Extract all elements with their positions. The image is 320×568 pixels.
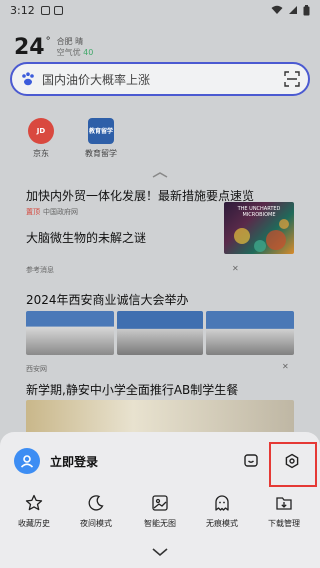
paw-icon [22, 72, 34, 86]
menu-label: 智能无图 [144, 519, 176, 528]
status-time: 3:12 [10, 3, 35, 17]
wifi-icon [271, 5, 283, 14]
search-bar[interactable]: 国内油价大概率上涨 [10, 62, 310, 96]
menu-label: 下载管理 [268, 519, 300, 528]
feedback-icon [244, 454, 258, 467]
dismiss-icon[interactable]: ✕ [232, 264, 239, 273]
moon-icon [88, 495, 104, 511]
login-entry[interactable]: 立即登录 [14, 448, 98, 474]
degree-symbol: ° [45, 36, 51, 47]
news-source: 参考消息 [26, 266, 54, 274]
city: 合肥 [56, 37, 73, 46]
news-title[interactable]: 2024年西安商业诚信大会举办 [26, 292, 294, 308]
menu-label: 无痕模式 [206, 519, 238, 528]
aqi-value: 40 [83, 48, 94, 57]
collapse-handle-icon[interactable] [152, 172, 168, 178]
battery-icon [303, 4, 310, 15]
news-title[interactable]: 新学期,静安中小学全面推行AB制学生餐 [26, 382, 294, 398]
scan-icon[interactable] [284, 71, 300, 87]
chevron-down-icon[interactable] [150, 547, 170, 557]
news-photo-3[interactable] [206, 311, 294, 355]
pinned-badge: 置顶 [26, 208, 40, 216]
weather-widget[interactable]: 24 ° 合肥 晴 空气优 40 [14, 36, 93, 60]
user-icon [20, 455, 34, 468]
news-item[interactable]: 2024年西安商业诚信大会举办 [26, 292, 294, 308]
aqi-label: 空气优 [56, 48, 81, 57]
app-label: 教育留学 [85, 149, 117, 158]
temperature: 24 [14, 35, 45, 60]
search-query[interactable]: 国内油价大概率上涨 [42, 71, 284, 88]
thumbnail-caption: THE UNCHARTED MICROBIOME [237, 206, 281, 218]
weather-info: 合肥 晴 空气优 40 [57, 36, 94, 58]
menu-download-manager[interactable]: 下载管理 [254, 492, 314, 529]
menu-smart-no-image[interactable]: 智能无图 [130, 492, 190, 529]
menu-label: 夜间模式 [80, 519, 112, 528]
avatar[interactable] [14, 448, 40, 474]
download-icon [276, 497, 292, 510]
signal-icon [289, 6, 297, 14]
app-notification-icon [53, 5, 63, 15]
news-meta: 西安网 [26, 361, 294, 374]
app-jd[interactable]: JD 京东 [16, 118, 66, 159]
feedback-button[interactable] [240, 450, 262, 472]
news-meta: 参考消息 [26, 262, 294, 275]
bottom-menu-sheet: 立即登录 收藏历史 夜间模式 智能无图 无痕模式 下载管理 [0, 432, 320, 568]
star-icon [25, 494, 43, 511]
app-education[interactable]: 教育留学 教育留学 [76, 118, 126, 159]
menu-favorites-history[interactable]: 收藏历史 [4, 492, 64, 529]
status-bar: 3:12 [0, 0, 320, 20]
menu-night-mode[interactable]: 夜间模式 [66, 492, 126, 529]
highlight-box [269, 442, 317, 487]
news-source: 西安网 [26, 365, 47, 373]
news-thumbnail[interactable]: THE UNCHARTED MICROBIOME [224, 202, 294, 254]
news-photo-2[interactable] [117, 311, 203, 355]
login-label[interactable]: 立即登录 [50, 453, 98, 470]
news-item[interactable]: 新学期,静安中小学全面推行AB制学生餐 [26, 382, 294, 398]
menu-label: 收藏历史 [18, 519, 50, 528]
app-label: 京东 [33, 149, 49, 158]
weather-condition: 晴 [75, 37, 84, 46]
news-photo-1[interactable] [26, 311, 114, 355]
menu-incognito-mode[interactable]: 无痕模式 [192, 492, 252, 529]
ghost-icon [215, 495, 229, 511]
news-source: 中国政府网 [43, 208, 78, 216]
image-icon [152, 495, 168, 511]
notification-icon [40, 5, 50, 15]
dismiss-icon[interactable]: ✕ [282, 362, 289, 371]
education-icon: 教育留学 [88, 118, 114, 144]
jd-icon: JD [28, 118, 54, 144]
